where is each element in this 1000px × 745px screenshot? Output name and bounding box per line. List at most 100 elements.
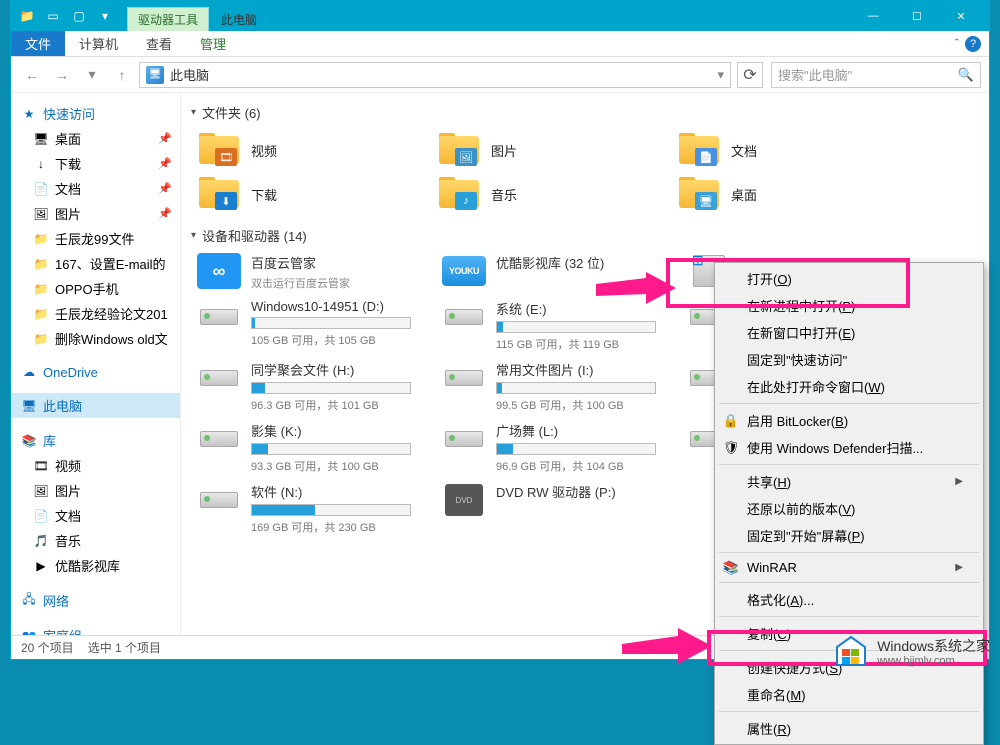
sidebar-item[interactable]: 📁OPPO手机 (11, 276, 180, 301)
ribbon-collapse-caret[interactable]: ˆ (955, 36, 959, 51)
sidebar-homegroup[interactable]: 👥 家庭组 (11, 623, 180, 635)
context-menu-item[interactable]: 在新进程中打开(P) (717, 292, 981, 319)
sidebar-item[interactable]: ▶优酷影视库 (11, 553, 180, 578)
folder-item[interactable]: 🖼图片 (431, 128, 671, 172)
context-menu-separator (719, 403, 979, 404)
context-menu-item[interactable]: 还原以前的版本(V) (717, 495, 981, 522)
nav-forward-button[interactable]: → (49, 62, 75, 88)
drive-stats: 99.5 GB 可用，共 100 GB (496, 397, 675, 413)
folder-label: 视频 (251, 141, 277, 160)
drive-item[interactable]: DVDDVD RW 驱动器 (P:) (436, 478, 681, 539)
folder-item[interactable]: 🎞视频 (191, 128, 431, 172)
hdd-icon (445, 309, 483, 325)
star-icon: ★ (21, 106, 37, 122)
section-devices[interactable]: ▾ 设备和驱动器 (14) (191, 222, 979, 249)
sidebar-library[interactable]: 📚 库 (11, 428, 180, 453)
hdd-icon (200, 370, 238, 386)
chevron-right-icon: ▶ (955, 476, 963, 487)
folder-label: 文档 (731, 141, 757, 160)
sidebar-quick-access[interactable]: ★ 快速访问 (11, 101, 180, 126)
ribbon-view-tab[interactable]: 查看 (132, 31, 186, 56)
sidebar-network[interactable]: 🖧 网络 (11, 588, 180, 613)
library-item-icon: 🎞 (33, 458, 49, 474)
minimize-button[interactable]: — (851, 3, 895, 29)
sidebar-item[interactable]: 🖼图片📌 (11, 201, 180, 226)
folder-item[interactable]: ⬇下载 (191, 172, 431, 216)
nav-up-button[interactable]: ↑ (109, 62, 135, 88)
close-button[interactable]: ✕ (939, 3, 983, 29)
drive-item[interactable]: 影集 (K:)93.3 GB 可用，共 100 GB (191, 417, 436, 478)
folder-icon: 📄 (33, 181, 49, 197)
folder-icon: 📁 (33, 306, 49, 322)
sidebar-item[interactable]: 🎵音乐 (11, 528, 180, 553)
sidebar-item[interactable]: 📁167、设置E-mail的 (11, 251, 180, 276)
sidebar-onedrive[interactable]: ☁ OneDrive (11, 361, 180, 383)
context-menu-item[interactable]: 在新窗口中打开(E) (717, 319, 981, 346)
folder-label: 音乐 (491, 185, 517, 204)
drive-item[interactable]: 软件 (N:)169 GB 可用，共 230 GB (191, 478, 436, 539)
device-item[interactable]: ∞百度云管家双击运行百度云管家 (191, 249, 436, 295)
maximize-button[interactable]: ☐ (895, 3, 939, 29)
dvd-icon: DVD (445, 484, 483, 516)
context-menu-icon: 🔒 (723, 413, 739, 429)
folder-item[interactable]: 🖥桌面 (671, 172, 911, 216)
qat-dropdown-icon[interactable]: ▾ (95, 6, 115, 26)
capacity-bar (251, 443, 411, 455)
context-menu-item[interactable]: 属性(R) (717, 715, 981, 742)
context-menu-label: 复制(C) (747, 624, 791, 643)
context-menu-item[interactable]: 在此处打开命令窗口(W) (717, 373, 981, 400)
refresh-button[interactable]: ⟳ (737, 62, 763, 88)
context-menu-item[interactable]: 固定到"快速访问" (717, 346, 981, 373)
address-bar[interactable]: 🖥 此电脑 ▾ (139, 62, 731, 88)
ribbon-file-tab[interactable]: 文件 (11, 31, 65, 56)
qat-properties-icon[interactable]: ▭ (43, 6, 63, 26)
nav-back-button[interactable]: ← (19, 62, 45, 88)
drive-item[interactable]: 同学聚会文件 (H:)96.3 GB 可用，共 101 GB (191, 356, 436, 417)
address-dropdown-icon[interactable]: ▾ (717, 67, 724, 83)
section-folders[interactable]: ▾ 文件夹 (6) (191, 99, 979, 126)
context-menu-item[interactable]: 🔒启用 BitLocker(B) (717, 407, 981, 434)
sidebar-item[interactable]: 📁删除Windows old文 (11, 326, 180, 351)
drive-item[interactable]: Windows10-14951 (D:)105 GB 可用，共 105 GB (191, 295, 436, 356)
folder-item[interactable]: ♪音乐 (431, 172, 671, 216)
drive-name: 软件 (N:) (251, 482, 430, 501)
ribbon-manage-tab[interactable]: 管理 (186, 31, 240, 56)
sidebar-item[interactable]: 📄文档📌 (11, 176, 180, 201)
contextual-tab-drive-tools[interactable]: 驱动器工具 (127, 7, 209, 31)
pc-icon: 🖥 (146, 66, 164, 84)
folder-item[interactable]: 📄文档 (671, 128, 911, 172)
sidebar-item[interactable]: 🖼图片 (11, 478, 180, 503)
context-menu-item[interactable]: 打开(O) (717, 265, 981, 292)
breadcrumb[interactable]: 此电脑 (170, 65, 209, 84)
status-item-count: 20 个项目 (21, 639, 74, 656)
search-input[interactable]: 搜索"此电脑" 🔍 (771, 62, 981, 88)
context-menu-item[interactable]: 固定到"开始"屏幕(P) (717, 522, 981, 549)
drive-name: 同学聚会文件 (H:) (251, 360, 430, 379)
folder-icon: ↓ (33, 156, 49, 172)
context-menu-item[interactable]: 🛡使用 Windows Defender扫描... (717, 434, 981, 461)
ribbon-computer-tab[interactable]: 计算机 (65, 31, 132, 56)
context-menu-item[interactable]: 格式化(A)... (717, 586, 981, 613)
sidebar-item[interactable]: ↓下载📌 (11, 151, 180, 176)
qat-new-icon[interactable]: ▢ (69, 6, 89, 26)
watermark-brand: Windows系统之家 (877, 638, 990, 655)
context-menu-item[interactable]: 共享(H)▶ (717, 468, 981, 495)
sidebar-item[interactable]: 📄文档 (11, 503, 180, 528)
hdd-icon (200, 431, 238, 447)
context-menu-item[interactable]: 重命名(M) (717, 681, 981, 708)
help-icon[interactable]: ? (965, 36, 981, 52)
sidebar-item[interactable]: 📁壬辰龙99文件 (11, 226, 180, 251)
pin-icon: 📌 (158, 157, 172, 170)
drive-item[interactable]: 常用文件图片 (I:)99.5 GB 可用，共 100 GB (436, 356, 681, 417)
homegroup-icon: 👥 (21, 628, 37, 636)
sidebar-item[interactable]: 🖥桌面📌 (11, 126, 180, 151)
sidebar-item[interactable]: 📁壬辰龙经验论文201 (11, 301, 180, 326)
sidebar-item[interactable]: 🎞视频 (11, 453, 180, 478)
context-menu-label: 属性(R) (747, 719, 791, 738)
drive-item[interactable]: 广场舞 (L:)96.9 GB 可用，共 104 GB (436, 417, 681, 478)
context-menu-item[interactable]: 📚WinRAR▶ (717, 556, 981, 579)
sidebar-this-pc[interactable]: 🖥 此电脑 (11, 393, 180, 418)
context-menu-label: 重命名(M) (747, 685, 806, 704)
annotation-arrow-bottom (622, 628, 712, 668)
nav-history-dropdown[interactable]: ▾ (79, 62, 105, 88)
